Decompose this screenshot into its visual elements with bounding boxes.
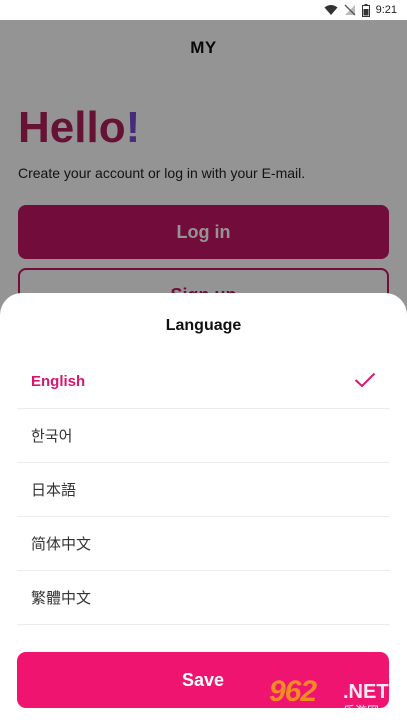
- language-list: English 한국어 日本語 简体中文 繁體中文: [17, 355, 390, 625]
- language-option-korean[interactable]: 한국어: [17, 409, 390, 463]
- site-watermark: 962 .NET 乐游网: [269, 675, 401, 719]
- watermark-suffix: .NET: [343, 681, 389, 703]
- watermark-number: 962: [269, 675, 317, 708]
- status-bar: 9:21: [0, 0, 407, 20]
- wifi-icon: [324, 4, 338, 16]
- language-option-japanese[interactable]: 日本語: [17, 463, 390, 517]
- language-label: English: [31, 373, 86, 390]
- language-sheet: Language English 한국어 日本語 简体中文 繁體中文 Save: [0, 293, 407, 725]
- sheet-title: Language: [165, 317, 242, 334]
- checkmark-icon: [354, 372, 376, 392]
- watermark-site: 乐游网: [343, 704, 380, 718]
- battery-icon: [361, 3, 370, 17]
- status-time: 9:21: [375, 4, 397, 16]
- language-option-traditional-chinese[interactable]: 繁體中文: [17, 571, 390, 625]
- language-option-simplified-chinese[interactable]: 简体中文: [17, 517, 390, 571]
- no-signal-icon: [344, 4, 356, 16]
- language-label: 日本語: [31, 482, 77, 499]
- language-label: 简体中文: [31, 536, 92, 553]
- language-label: 繁體中文: [31, 590, 92, 607]
- language-label: 한국어: [31, 428, 73, 445]
- language-option-english[interactable]: English: [17, 355, 390, 409]
